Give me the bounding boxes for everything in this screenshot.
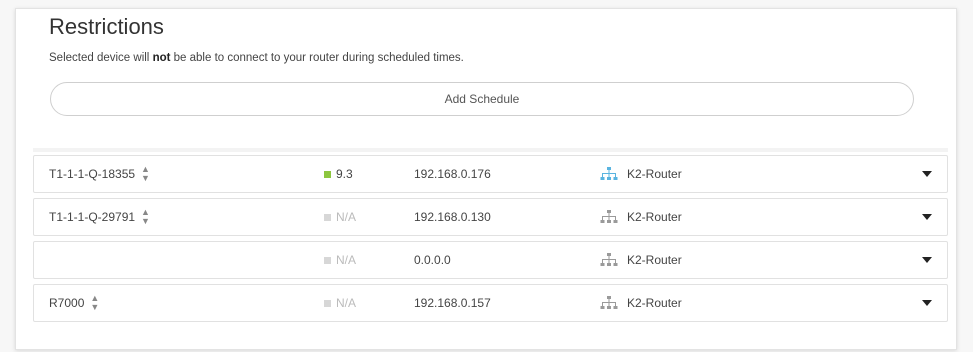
signal-cell: N/A (324, 199, 356, 235)
description-post: be able to connect to your router during… (170, 52, 464, 64)
device-name-cell: R7000 ▲ ▼ (49, 285, 99, 321)
signal-cell: N/A (324, 242, 356, 278)
device-name-cell: T1-1-1-Q-29791 ▲ ▼ (49, 199, 150, 235)
router-name: K2-Router (627, 253, 682, 267)
expand-arrow-icon[interactable] (922, 257, 932, 263)
signal-cell: N/A (324, 285, 356, 321)
device-row[interactable]: T1-1-1-Q-29791 ▲ ▼ N/A 192.168.0.130 K2-R… (33, 198, 948, 236)
signal-cell: 9.3 (324, 156, 353, 192)
expand-cell[interactable] (922, 242, 932, 278)
router-cell: K2-Router (599, 156, 682, 192)
network-icon (600, 296, 618, 309)
page-title: Restrictions (49, 14, 164, 39)
device-list: T1-1-1-Q-18355 ▲ ▼ 9.3 192.168.0.176 K2-R… (33, 155, 948, 327)
device-row[interactable]: T1-1-1-Q-18355 ▲ ▼ 9.3 192.168.0.176 K2-R… (33, 155, 948, 193)
expand-arrow-icon[interactable] (922, 171, 932, 177)
ip-address: 0.0.0.0 (414, 253, 451, 267)
section-divider (33, 148, 948, 152)
add-schedule-button[interactable]: Add Schedule (50, 82, 914, 116)
device-name: R7000 (49, 296, 85, 310)
device-row[interactable]: R7000 ▲ ▼ N/A 192.168.0.157 K2-Router (33, 284, 948, 322)
sort-arrows-icon[interactable]: ▲ ▼ (141, 165, 150, 183)
router-cell: K2-Router (599, 199, 682, 235)
network-icon (600, 253, 618, 266)
network-icon (600, 210, 618, 223)
sort-arrows-icon[interactable]: ▲ ▼ (141, 208, 150, 226)
expand-cell[interactable] (922, 285, 932, 321)
description-emphasis: not (152, 52, 171, 64)
signal-status-icon (324, 256, 331, 264)
router-name: K2-Router (627, 167, 682, 181)
device-name: T1-1-1-Q-18355 (49, 167, 136, 181)
ip-address: 192.168.0.157 (414, 296, 491, 310)
ip-address: 192.168.0.130 (414, 210, 491, 224)
router-name: K2-Router (627, 210, 682, 224)
description-pre: Selected device will (49, 52, 153, 64)
expand-cell[interactable] (922, 156, 932, 192)
ip-cell: 192.168.0.176 (414, 156, 491, 192)
signal-status-icon (324, 170, 331, 178)
ip-cell: 192.168.0.157 (414, 285, 491, 321)
router-cell: K2-Router (599, 285, 682, 321)
router-name: K2-Router (627, 296, 682, 310)
signal-status-icon (324, 299, 331, 307)
expand-arrow-icon[interactable] (922, 300, 932, 306)
signal-status-icon (324, 213, 331, 221)
signal-strength: N/A (336, 253, 357, 267)
sort-arrows-icon[interactable]: ▲ ▼ (90, 294, 99, 312)
device-row[interactable]: N/A 0.0.0.0 K2-Router (33, 241, 948, 279)
restrictions-description: Selected device will not be able to conn… (49, 52, 464, 64)
router-cell: K2-Router (599, 242, 682, 278)
network-icon-active (600, 167, 618, 180)
signal-strength: N/A (336, 296, 357, 310)
signal-strength: 9.3 (336, 167, 353, 181)
ip-address: 192.168.0.176 (414, 167, 491, 181)
expand-cell[interactable] (922, 199, 932, 235)
screenshot-frame: Restrictions Selected device will not be… (0, 0, 973, 352)
device-name-cell: T1-1-1-Q-18355 ▲ ▼ (49, 156, 150, 192)
ip-cell: 0.0.0.0 (414, 242, 451, 278)
expand-arrow-icon[interactable] (922, 214, 932, 220)
device-name: T1-1-1-Q-29791 (49, 210, 136, 224)
ip-cell: 192.168.0.130 (414, 199, 491, 235)
signal-strength: N/A (336, 210, 357, 224)
